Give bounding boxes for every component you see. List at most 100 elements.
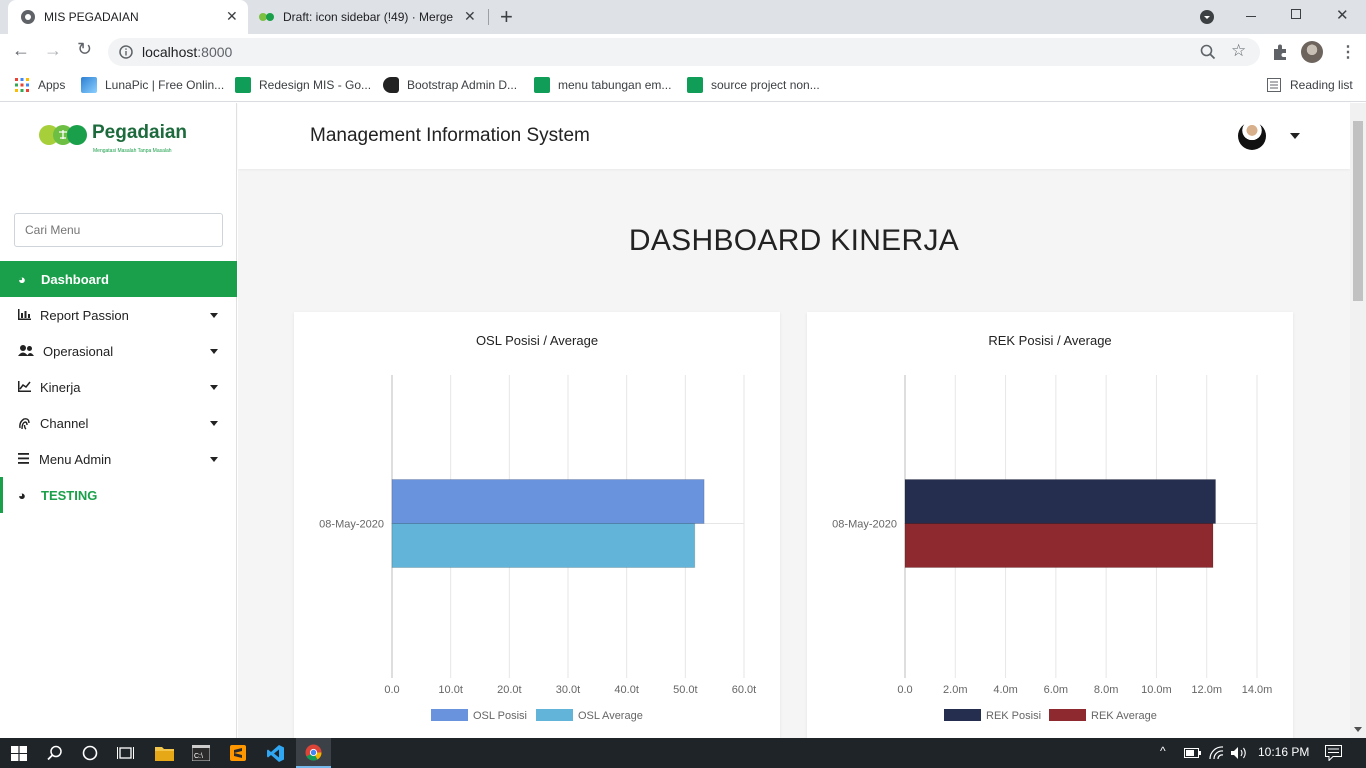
user-avatar[interactable] bbox=[1238, 122, 1266, 150]
tab-close-icon[interactable]: ✕ bbox=[226, 8, 238, 25]
chart-card-rek: REK Posisi / Average 0.0 2.0m 4.0m 6.0m 8.0m 1… bbox=[807, 312, 1293, 738]
legend-swatch bbox=[1049, 709, 1086, 721]
cortana-icon[interactable] bbox=[82, 745, 98, 761]
x-tick-label: 50.0t bbox=[673, 684, 697, 696]
restore-icon[interactable] bbox=[1291, 9, 1301, 19]
chart-title: REK Posisi / Average bbox=[988, 333, 1111, 348]
lunapic-icon bbox=[81, 77, 97, 93]
chrome-icon bbox=[305, 744, 322, 761]
x-tick-label: 4.0m bbox=[993, 684, 1017, 696]
sidebar-item-kinerja[interactable]: Kinerja bbox=[0, 369, 237, 405]
list-icon bbox=[18, 453, 29, 464]
clock-time[interactable]: 10:16 PM bbox=[1258, 745, 1309, 759]
bookmark-redesign-mis[interactable]: Redesign MIS - Go... bbox=[235, 76, 371, 94]
sidebar-item-menu-admin[interactable]: Menu Admin bbox=[0, 441, 237, 477]
sidebar-item-label: Menu Admin bbox=[39, 451, 112, 467]
tab-title: MIS PEGADAIAN bbox=[44, 10, 139, 24]
action-center-icon[interactable] bbox=[1325, 745, 1342, 761]
minimize-icon[interactable] bbox=[1246, 16, 1256, 17]
bookmark-star-icon[interactable]: ☆ bbox=[1231, 41, 1246, 61]
chrome-menu-icon[interactable]: ⋮ bbox=[1340, 42, 1356, 62]
tab-mis-pegadaian[interactable]: MIS PEGADAIAN ✕ bbox=[8, 0, 248, 34]
reload-icon[interactable]: ↻ bbox=[77, 39, 92, 60]
y-category-label: 08-May-2020 bbox=[319, 519, 384, 531]
sidebar-item-report-passion[interactable]: Report Passion bbox=[0, 297, 237, 333]
x-tick-label: 6.0m bbox=[1044, 684, 1068, 696]
sidebar-item-operasional[interactable]: Operasional bbox=[0, 333, 237, 369]
tab-close-icon[interactable]: ✕ bbox=[464, 8, 476, 25]
sidebar-item-testing[interactable]: ◕ TESTING bbox=[0, 477, 237, 513]
legend-label: REK Average bbox=[1091, 710, 1157, 722]
svg-text:C:\: C:\ bbox=[194, 753, 203, 760]
sidebar-item-label: TESTING bbox=[41, 487, 98, 503]
vscode-icon[interactable] bbox=[267, 745, 284, 762]
terminal-icon[interactable]: C:\ bbox=[192, 745, 210, 761]
back-icon[interactable]: ← bbox=[12, 40, 30, 61]
profile-avatar[interactable] bbox=[1301, 41, 1323, 63]
chevron-down-icon bbox=[210, 456, 218, 462]
file-explorer-icon[interactable] bbox=[155, 745, 174, 761]
legend-swatch bbox=[536, 709, 573, 721]
scrollbar-thumb[interactable] bbox=[1353, 121, 1363, 301]
bar-osl-posisi bbox=[391, 479, 705, 524]
tab-merge-request[interactable]: Draft: icon sidebar (!49) · Merge R ✕ bbox=[250, 0, 488, 34]
user-menu-chevron-down-icon[interactable] bbox=[1290, 133, 1300, 139]
x-tick-label: 20.0t bbox=[497, 684, 521, 696]
menu-search-input[interactable] bbox=[14, 213, 223, 247]
show-hidden-icons-chevron-up-icon[interactable]: ^ bbox=[1160, 744, 1166, 758]
taskbar-chrome-active[interactable] bbox=[296, 738, 331, 768]
bar-osl-average bbox=[391, 523, 696, 568]
globe-icon bbox=[21, 10, 35, 24]
chart-title: OSL Posisi / Average bbox=[476, 333, 598, 348]
legend-label: REK Posisi bbox=[986, 710, 1041, 722]
address-bar[interactable]: localhost:8000 ☆ bbox=[108, 38, 1260, 66]
legend-label: OSL Average bbox=[578, 710, 643, 722]
page-scrollbar[interactable] bbox=[1350, 103, 1366, 738]
new-tab-icon[interactable]: + bbox=[500, 4, 513, 30]
sidebar-item-dashboard[interactable]: ◕ Dashboard bbox=[0, 261, 237, 297]
rek-chart: REK Posisi / Average 0.0 2.0m 4.0m 6.0m 8.0m 1… bbox=[832, 333, 1272, 722]
apps-grid-icon bbox=[15, 78, 29, 92]
sidebar-item-label: Report Passion bbox=[40, 307, 129, 323]
bookmark-label: menu tabungan em... bbox=[558, 78, 672, 92]
browser-tab-strip: MIS PEGADAIAN ✕ Draft: icon sidebar (!49… bbox=[0, 0, 1366, 34]
pegadaian-favicon-icon bbox=[259, 13, 274, 21]
app-header: Management Information System bbox=[238, 103, 1350, 169]
reading-list-button[interactable]: Reading list bbox=[1267, 76, 1353, 94]
tab-search-icon[interactable] bbox=[1199, 9, 1215, 25]
dashboard-gauge-icon: ◕ bbox=[18, 271, 26, 287]
info-icon[interactable] bbox=[119, 45, 133, 59]
header-title: Management Information System bbox=[310, 125, 590, 146]
volume-icon[interactable] bbox=[1231, 746, 1248, 760]
x-tick-label: 30.0t bbox=[556, 684, 580, 696]
extensions-puzzle-icon[interactable] bbox=[1271, 43, 1289, 61]
pegadaian-logo[interactable]: Pegadaian Mengatasi Masalah Tanpa Masala… bbox=[38, 121, 188, 157]
bookmark-menu-tabungan[interactable]: menu tabungan em... bbox=[534, 76, 671, 94]
bookmark-bootstrap-admin[interactable]: Bootstrap Admin D... bbox=[383, 76, 517, 94]
forward-icon[interactable]: → bbox=[44, 40, 62, 61]
y-category-label: 08-May-2020 bbox=[832, 519, 897, 531]
bookmark-label: source project non... bbox=[711, 78, 820, 92]
sublime-text-icon[interactable] bbox=[230, 745, 246, 761]
task-view-icon[interactable] bbox=[117, 745, 134, 761]
sheets-icon bbox=[687, 77, 703, 93]
sidebar-item-label: Operasional bbox=[43, 343, 114, 359]
windows-start-icon[interactable] bbox=[11, 746, 27, 761]
scroll-down-arrow-icon[interactable] bbox=[1354, 727, 1362, 732]
chevron-down-icon bbox=[210, 384, 218, 390]
line-chart-icon bbox=[18, 381, 31, 392]
wifi-icon[interactable] bbox=[1209, 746, 1224, 760]
tab-title: Draft: icon sidebar (!49) · Merge R bbox=[283, 10, 453, 24]
zoom-search-icon[interactable] bbox=[1200, 44, 1216, 60]
search-icon[interactable] bbox=[47, 745, 63, 761]
bookmark-apps[interactable]: Apps bbox=[14, 76, 65, 94]
sidebar-item-channel[interactable]: Channel bbox=[0, 405, 237, 441]
x-tick-label: 10.0m bbox=[1141, 684, 1172, 696]
bookmark-source-project[interactable]: source project non... bbox=[687, 76, 820, 94]
bookmark-label: Apps bbox=[38, 78, 66, 92]
url-host: localhost:8000 bbox=[142, 44, 233, 60]
bookmark-lunapic[interactable]: LunaPic | Free Onlin... bbox=[81, 76, 224, 94]
battery-icon[interactable] bbox=[1184, 747, 1201, 759]
close-window-icon[interactable]: ✕ bbox=[1336, 6, 1349, 24]
bar-chart-icon bbox=[18, 309, 31, 320]
